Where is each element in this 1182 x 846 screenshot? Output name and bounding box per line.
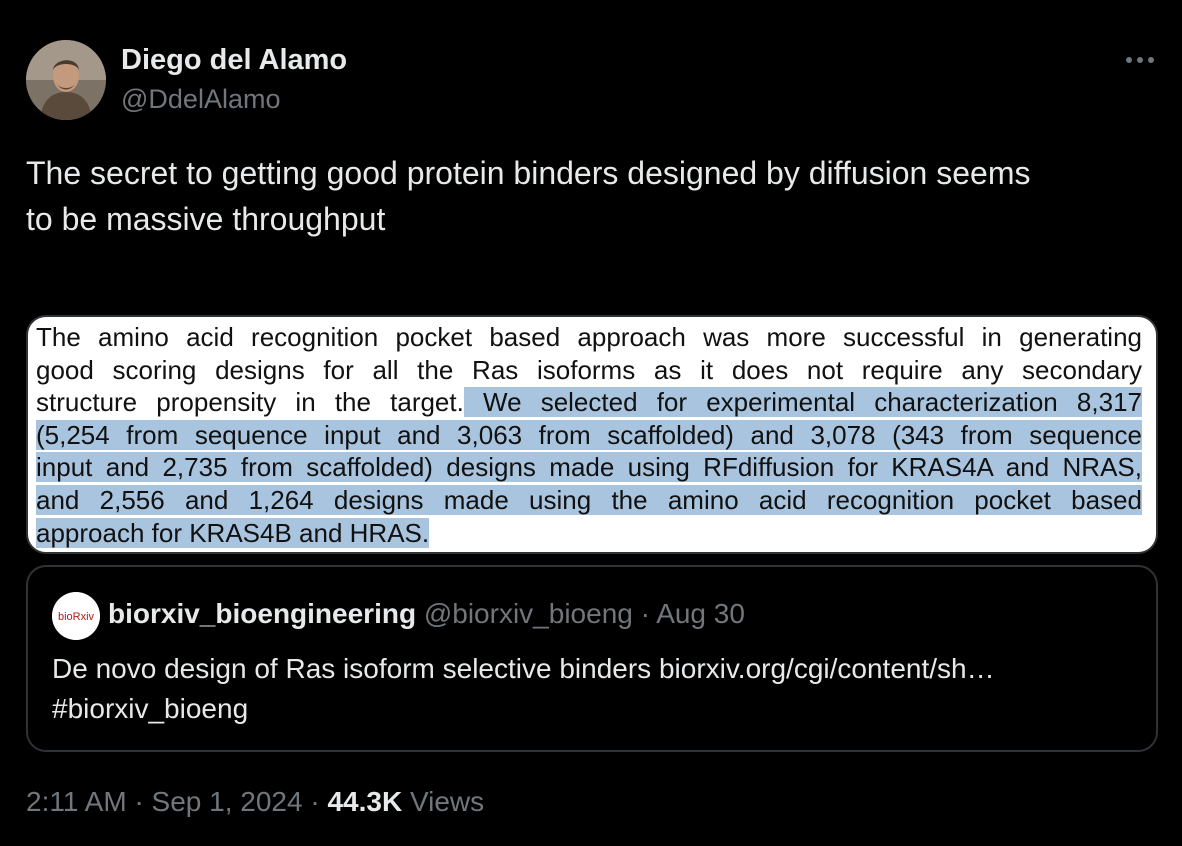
highlighted-text: We selected for experimental characteriz… [463, 387, 1142, 418]
highlighted-text: for KRAS4B and HRAS. [144, 517, 430, 548]
quoted-text: De novo design of Ras isoform selective … [52, 649, 1132, 729]
tweet-date[interactable]: Sep 1, 2024 [152, 786, 303, 817]
tweet-text: The secret to getting good protein binde… [26, 150, 1156, 242]
doc-line: and 2,556 and 1,264 designs made using t… [36, 484, 1142, 517]
logo-text: bioRxiv [58, 611, 95, 623]
doc-line: input and 2,735 from scaffolded) designs… [36, 451, 1142, 484]
document-excerpt: The amino acid recognition pocket based … [36, 321, 1142, 549]
biorxiv-logo-icon: bioRxiv [52, 592, 100, 640]
author-handle[interactable]: @DdelAlamo [121, 84, 280, 115]
tweet-metadata: 2:11 AM · Sep 1, 2024 · 44.3K Views [26, 786, 484, 818]
highlighted-text: and 2,556 and 1,264 designs made using t… [36, 484, 1142, 515]
doc-line: The amino acid recognition pocket based … [36, 322, 1142, 352]
separator-dot: · [640, 598, 650, 629]
avatar-photo [26, 40, 106, 120]
quoted-author-handle[interactable]: @biorxiv_bioeng [424, 598, 633, 629]
doc-line: (5,254 from sequence input and 3,063 fro… [36, 419, 1142, 452]
quoted-date[interactable]: Aug 30 [656, 598, 745, 629]
tweet-text-line: The secret to getting good protein binde… [26, 155, 1031, 191]
tweet-media-image[interactable]: The amino acid recognition pocket based … [26, 315, 1158, 554]
highlighted-text: input and 2,735 from scaffolded) designs… [36, 452, 1142, 483]
tweet-time[interactable]: 2:11 AM [26, 786, 127, 817]
separator-dot: · [134, 786, 144, 817]
more-options-button[interactable] [1118, 44, 1162, 76]
quoted-text-line: De novo design of Ras isoform selective … [52, 653, 995, 684]
quoted-tweet[interactable]: bioRxiv biorxiv_bioengineering @biorxiv_… [26, 565, 1158, 752]
doc-line: good scoring designs for all the Ras iso… [36, 354, 1142, 385]
doc-line: structure propensity in the target. We s… [36, 387, 1142, 418]
quoted-author-name[interactable]: biorxiv_bioengineering [108, 598, 416, 629]
quoted-header: biorxiv_bioengineering @biorxiv_bioeng ·… [108, 598, 745, 630]
quoted-hashtag[interactable]: #biorxiv_bioeng [52, 689, 1132, 729]
author-avatar[interactable] [26, 40, 106, 120]
views-label: Views [409, 786, 485, 817]
author-name[interactable]: Diego del Alamo [121, 44, 347, 77]
highlighted-text: approach [36, 517, 145, 548]
highlighted-text: (5,254 from sequence input and 3,063 fro… [36, 419, 1142, 450]
views-count: 44.3K [327, 786, 403, 817]
doc-line: approach for KRAS4B and HRAS. [36, 517, 1142, 550]
quoted-author-avatar[interactable]: bioRxiv [52, 592, 100, 640]
separator-dot: · [310, 786, 320, 817]
more-horizontal-icon [1126, 57, 1154, 63]
tweet-text-line: to be massive throughput [26, 201, 386, 237]
